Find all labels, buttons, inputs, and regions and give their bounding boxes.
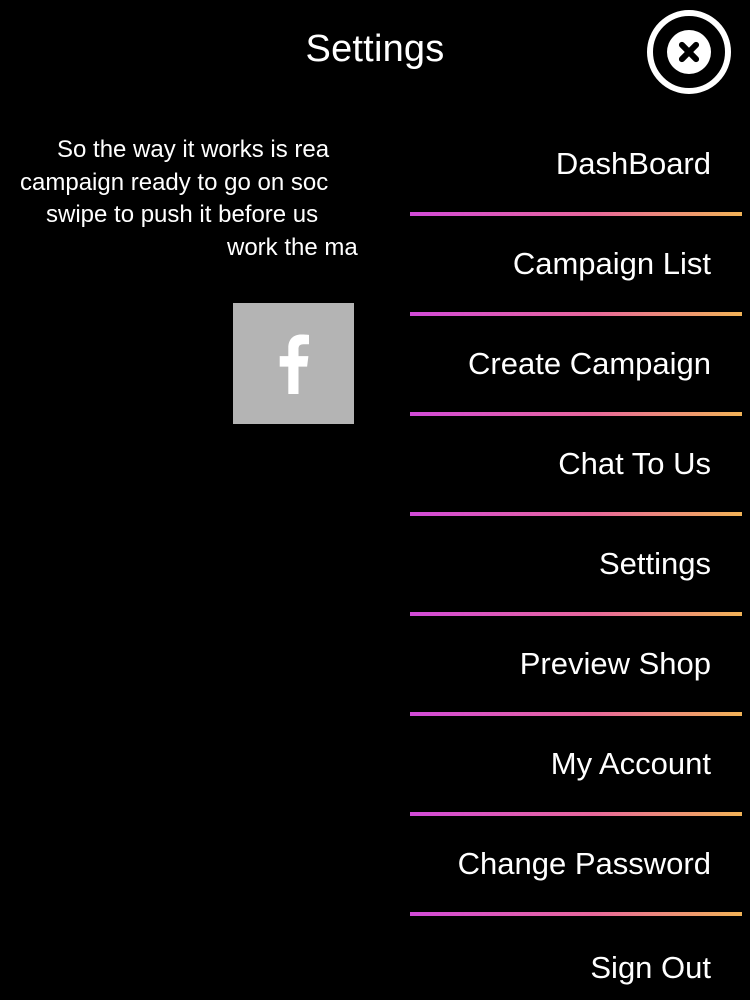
menu-item-label: Campaign List bbox=[512, 246, 711, 281]
intro-line: swipe to push it before us bbox=[46, 201, 319, 228]
intro-line: campaign ready to go on soc bbox=[20, 168, 329, 196]
menu-item-sign-out[interactable]: Sign Out bbox=[410, 916, 742, 1000]
facebook-icon bbox=[279, 334, 309, 394]
menu-item-preview-shop[interactable]: Preview Shop bbox=[410, 616, 742, 716]
intro-text: So the way it works is rea campaign read… bbox=[0, 134, 381, 274]
close-circle-icon bbox=[667, 30, 711, 74]
menu-item-label: My Account bbox=[550, 746, 711, 781]
intro-line: So the way it works is rea bbox=[57, 136, 330, 163]
close-button[interactable] bbox=[647, 10, 731, 94]
side-menu: DashBoard Campaign List Create Campaign … bbox=[410, 116, 742, 1000]
menu-item-change-password[interactable]: Change Password bbox=[410, 816, 742, 916]
menu-item-label: Preview Shop bbox=[519, 646, 711, 681]
menu-item-label: Create Campaign bbox=[468, 346, 711, 381]
menu-item-label: Change Password bbox=[457, 846, 711, 881]
menu-item-label: DashBoard bbox=[555, 146, 711, 181]
menu-item-campaign-list[interactable]: Campaign List bbox=[410, 216, 742, 316]
facebook-button[interactable] bbox=[233, 303, 354, 424]
menu-item-settings[interactable]: Settings bbox=[410, 516, 742, 616]
menu-item-dashboard[interactable]: DashBoard bbox=[410, 116, 742, 216]
menu-item-my-account[interactable]: My Account bbox=[410, 716, 742, 816]
intro-line: work the ma bbox=[227, 233, 358, 261]
page-title: Settings bbox=[305, 28, 445, 70]
menu-item-label: Chat To Us bbox=[558, 446, 711, 481]
menu-item-chat-to-us[interactable]: Chat To Us bbox=[410, 416, 742, 516]
menu-item-label: Settings bbox=[598, 546, 711, 581]
menu-item-label: Sign Out bbox=[590, 950, 711, 985]
menu-item-create-campaign[interactable]: Create Campaign bbox=[410, 316, 742, 416]
